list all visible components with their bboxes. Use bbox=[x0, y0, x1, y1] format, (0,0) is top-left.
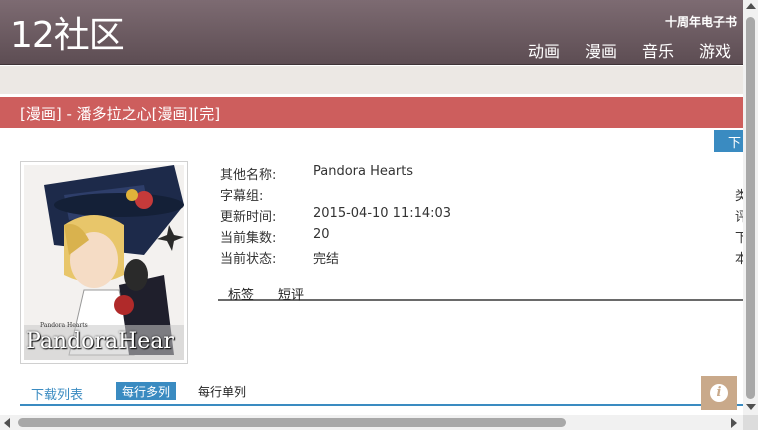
scroll-up-icon[interactable] bbox=[746, 3, 756, 9]
info-icon: i bbox=[710, 384, 728, 402]
nav-item-anime[interactable]: 动画 bbox=[528, 38, 560, 62]
scroll-down-icon[interactable] bbox=[746, 404, 756, 410]
sub-nav-bar bbox=[0, 66, 743, 94]
info-row-status: 当前状态: 完结 bbox=[220, 248, 451, 269]
scrollbar-corner bbox=[743, 415, 758, 430]
info-label: 其他名称: bbox=[220, 168, 277, 183]
tab-short-reviews[interactable]: 短评 bbox=[278, 284, 304, 303]
info-label: 字幕组: bbox=[220, 189, 264, 204]
info-value: 2015-04-10 11:14:03 bbox=[313, 206, 452, 221]
info-value: Pandora Hearts bbox=[313, 164, 414, 179]
download-list-header: 下载列表 每行多列 每行单列 bbox=[20, 380, 743, 406]
nav-item-manga[interactable]: 漫画 bbox=[585, 38, 617, 62]
cover-small-text: Pandora Hearts bbox=[40, 322, 88, 329]
info-label: 更新时间: bbox=[220, 210, 277, 225]
horizontal-scrollbar[interactable] bbox=[0, 415, 743, 430]
download-list-title[interactable]: 下载列表 bbox=[31, 384, 83, 403]
cover-title-text: PandoraHear bbox=[26, 329, 174, 354]
site-logo[interactable]: 12社区 bbox=[10, 14, 125, 58]
info-button[interactable]: i bbox=[701, 376, 737, 410]
info-panel: 其他名称: Pandora Hearts 字幕组: 更新时间: 2015-04-… bbox=[220, 164, 451, 269]
horizontal-scroll-thumb[interactable] bbox=[18, 418, 566, 427]
info-label: 当前状态: bbox=[220, 252, 277, 267]
single-column-button[interactable]: 每行单列 bbox=[192, 382, 252, 400]
anniversary-link[interactable]: 十周年电子书 bbox=[665, 13, 737, 30]
detail-tabs: 标签 短评 bbox=[218, 282, 743, 303]
scroll-right-icon[interactable] bbox=[731, 418, 737, 428]
title-bar: [漫画] - 潘多拉之心[漫画][完] bbox=[0, 97, 743, 128]
info-value: 20 bbox=[313, 227, 330, 242]
scroll-left-icon[interactable] bbox=[4, 418, 10, 428]
cover-art: Pandora Hearts PandoraHear bbox=[24, 165, 184, 360]
nav-item-music[interactable]: 音乐 bbox=[642, 38, 674, 62]
multi-column-button[interactable]: 每行多列 bbox=[116, 382, 177, 400]
vertical-scrollbar[interactable] bbox=[743, 0, 758, 415]
tab-tags[interactable]: 标签 bbox=[228, 284, 254, 303]
download-tab[interactable]: 下 bbox=[714, 130, 743, 152]
info-row-subgroup: 字幕组: bbox=[220, 185, 451, 206]
page: 12社区 十周年电子书 动画 漫画 音乐 游戏 [漫画] - 潘多拉之心[漫画]… bbox=[0, 0, 758, 430]
cover-caption: Pandora Hearts PandoraHear bbox=[26, 322, 174, 354]
cover-image: Pandora Hearts PandoraHear bbox=[20, 161, 188, 364]
info-value: 完结 bbox=[313, 252, 340, 267]
vertical-scroll-thumb[interactable] bbox=[746, 17, 755, 399]
info-label: 当前集数: bbox=[220, 231, 277, 246]
info-row-episodes: 当前集数: 20 bbox=[220, 227, 451, 248]
page-title: [漫画] - 潘多拉之心[漫画][完] bbox=[20, 105, 221, 123]
info-row-updated: 更新时间: 2015-04-10 11:14:03 bbox=[220, 206, 451, 227]
nav-item-game[interactable]: 游戏 bbox=[699, 38, 731, 62]
site-header: 12社区 十周年电子书 动画 漫画 音乐 游戏 bbox=[0, 0, 743, 65]
main-nav: 动画 漫画 音乐 游戏 bbox=[528, 38, 731, 62]
info-row-alt-name: 其他名称: Pandora Hearts bbox=[220, 164, 451, 185]
